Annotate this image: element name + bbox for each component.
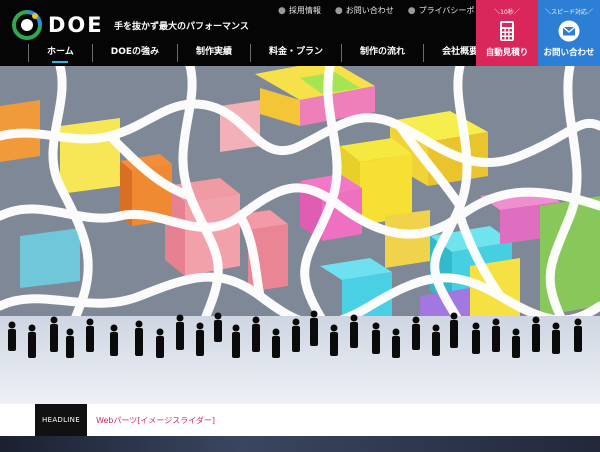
nav-item-strengths[interactable]: DOEの強み [91,44,177,62]
estimate-sub-label: ＼10秒／ [494,9,520,16]
bullet-icon: ● [334,5,343,16]
isometric-city-illustration [0,66,600,404]
bullet-icon: ● [407,5,416,16]
contact-button[interactable]: ＼スピード対応／ お問い合わせ [538,0,600,66]
main-nav: ホーム DOEの強み 制作実績 料金・プラン 制作の流れ 会社概要 [28,44,498,62]
auto-estimate-button[interactable]: ＼10秒／ 自動見積り [476,0,538,66]
logo[interactable]: DOE [12,10,104,40]
nav-item-home[interactable]: ホーム [28,44,92,62]
nav-item-pricing[interactable]: 料金・プラン [250,44,341,62]
estimate-label: 自動見積り [485,48,529,58]
utility-link-recruit[interactable]: ● 採用情報 [278,5,321,16]
utility-link-label: お問い合わせ [345,6,394,15]
logo-text: DOE [48,13,104,37]
bullet-icon: ● [278,5,286,16]
tagline: 手を抜かず最大のパフォーマンス [114,22,249,32]
envelope-icon [558,20,580,42]
utility-link-contact[interactable]: ● お問い合わせ [335,5,394,16]
contact-sub-label: ＼スピード対応／ [544,9,593,16]
hero-image-slider[interactable] [0,66,600,404]
headline-badge: HEADLINE [35,404,87,436]
nav-item-flow[interactable]: 制作の流れ [341,44,423,62]
headline-link[interactable]: Webパーツ[イメージスライダー] [96,415,215,426]
site-header: DOE 手を抜かず最大のパフォーマンス ● 採用情報 ● お問い合わせ ● プライバシ… [0,0,600,66]
calculator-icon [500,21,514,41]
section-divider [0,436,600,452]
headline-bar: HEADLINE Webパーツ[イメージスライダー] [0,404,600,436]
utility-links: ● 採用情報 ● お問い合わせ ● プライバシーポリシー [278,5,498,16]
utility-link-label: 採用情報 [288,6,321,15]
nav-item-works[interactable]: 制作実績 [177,44,250,62]
logo-mark-icon [12,10,42,40]
contact-label: お問い合わせ [543,48,595,58]
